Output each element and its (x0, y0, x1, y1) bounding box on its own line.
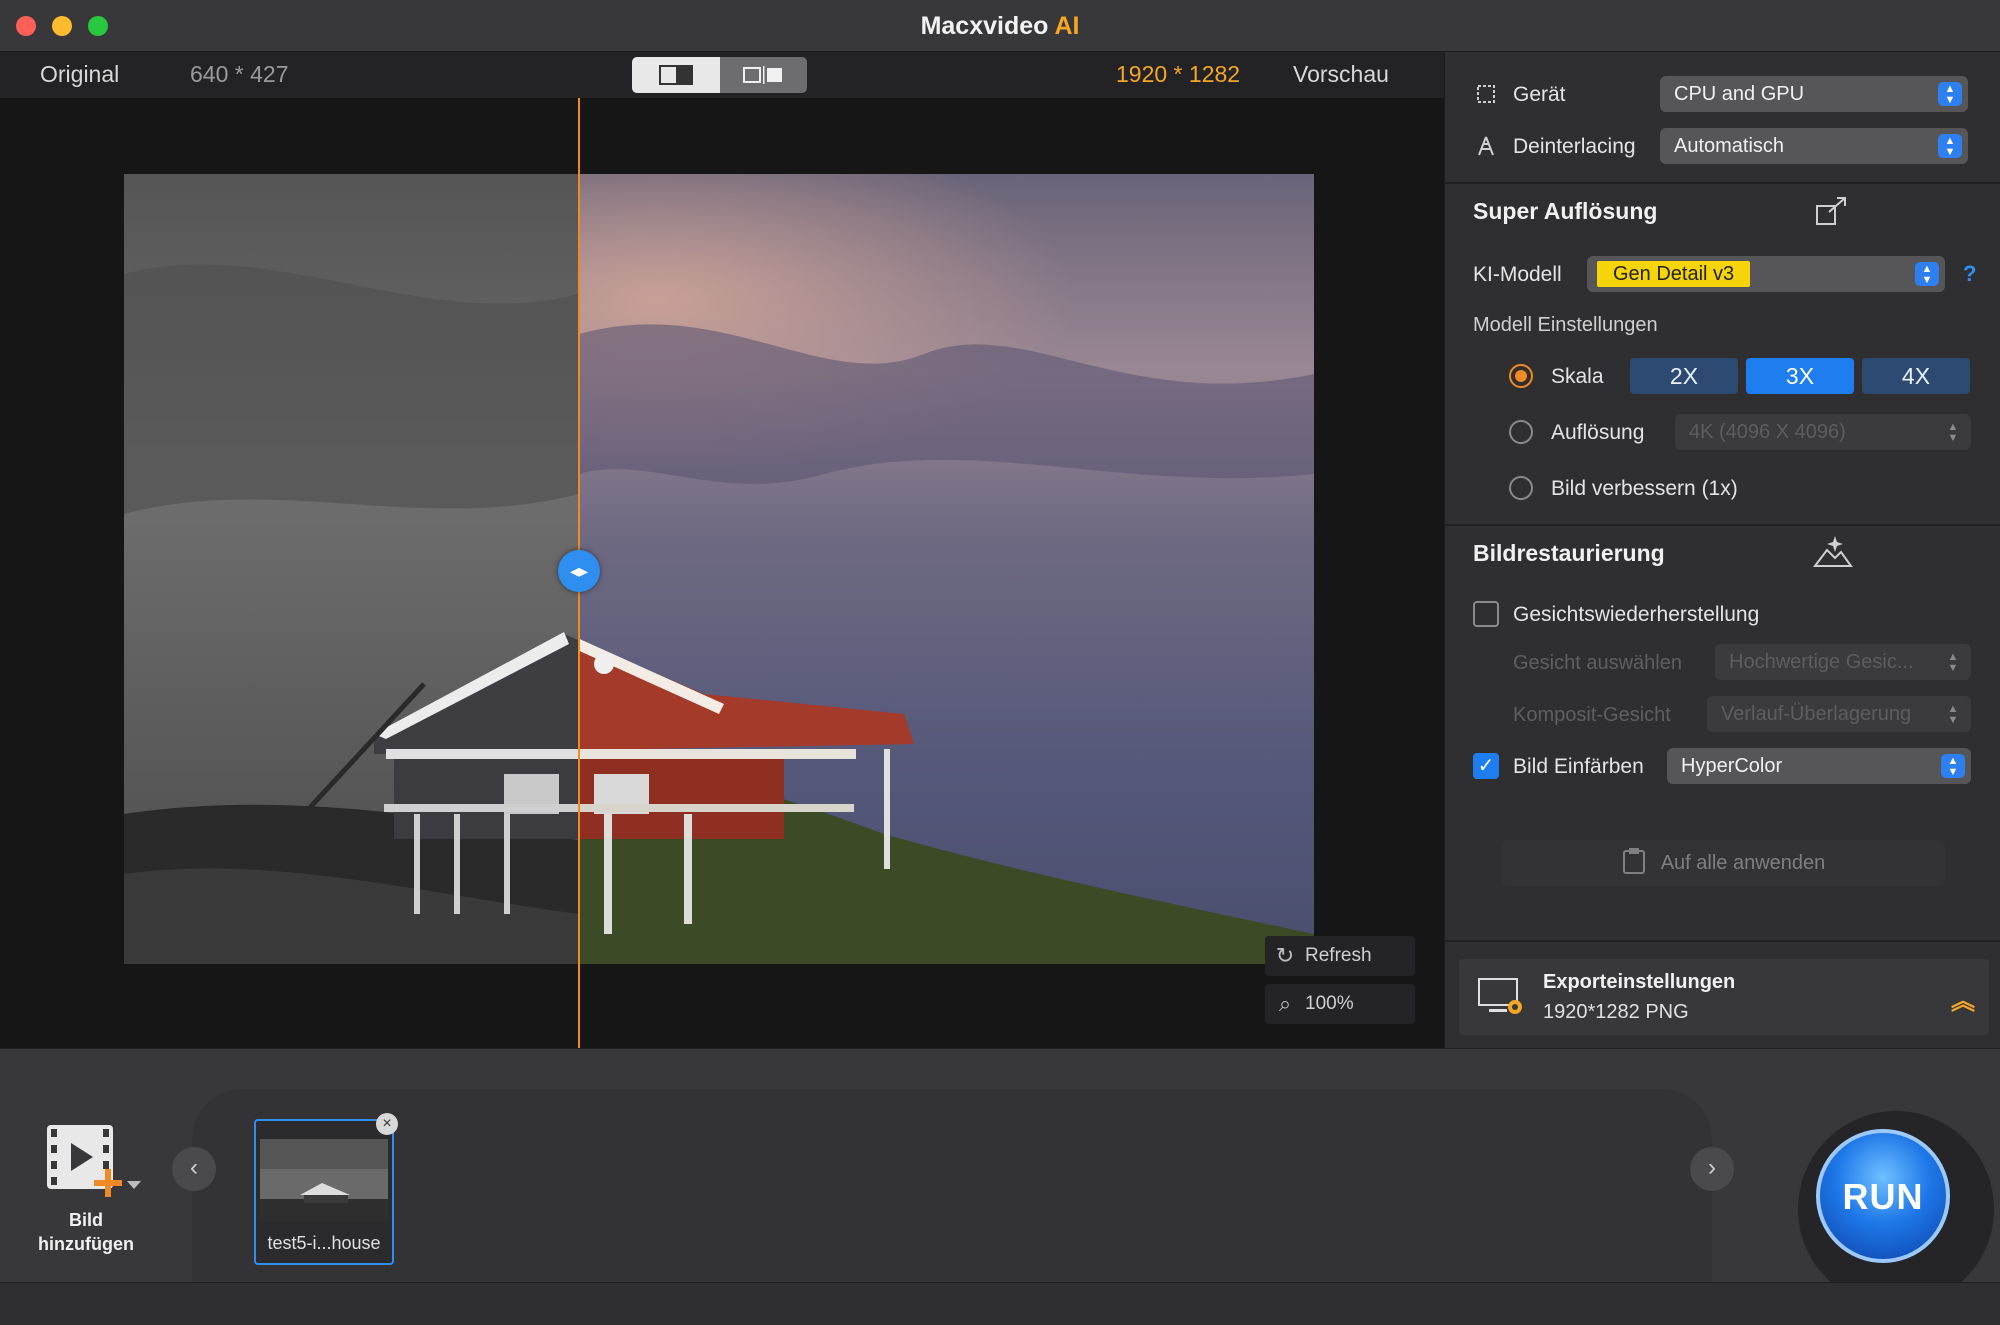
deinterlace-icon (1475, 135, 1497, 157)
model-value: Gen Detail v3 (1597, 261, 1751, 287)
output-size: 1920 * 1282 (1116, 61, 1241, 87)
upscale-icon (1815, 196, 1849, 231)
export-title: Exporteinstellungen (1543, 971, 1736, 993)
scale-4x-button[interactable]: 4X (1862, 358, 1970, 394)
view-mode-toggle (632, 57, 807, 93)
zoom-button[interactable]: ⌕ 100% (1265, 984, 1415, 1024)
split-view-icon (658, 65, 693, 85)
title-bar: Macxvideo AI (0, 0, 2000, 52)
chevron-updown-icon: ▲ ▼ (1947, 421, 1959, 444)
colorize-value: HyperColor (1681, 755, 1783, 777)
scale-2x-button[interactable]: 2X (1630, 358, 1738, 394)
refresh-button[interactable]: ↻ Refresh (1265, 936, 1415, 976)
face-select[interactable]: Hochwertige Gesic... ▲ ▼ (1715, 644, 1971, 680)
resolution-select[interactable]: 4K (4096 X 4096) ▲ ▼ (1675, 414, 1971, 450)
deinterlacing-select[interactable]: Automatisch ▲ ▼ (1660, 128, 1968, 164)
magic-restore-icon (1813, 534, 1853, 573)
chip-icon (1475, 83, 1497, 105)
export-settings-button[interactable]: Exporteinstellungen 1920*1282 PNG ︽ (1459, 959, 1989, 1035)
super-resolution-title: Super Auflösung (1473, 198, 1658, 224)
colorize-checkbox[interactable]: ✓ (1473, 753, 1499, 779)
refresh-icon: ↻ (1275, 943, 1295, 968)
face-select-label: Gesicht auswählen (1513, 652, 1682, 674)
chevron-updown-icon: ▲ ▼ (1941, 754, 1965, 778)
clipboard-icon (1621, 846, 1647, 880)
device-value: CPU and GPU (1674, 83, 1805, 105)
composite-label: Komposit-Gesicht (1513, 704, 1671, 726)
face-restore-checkbox[interactable] (1473, 601, 1499, 627)
apply-to-all-button[interactable]: Auf alle anwenden (1501, 840, 1945, 886)
chevron-updown-icon: ▲ ▼ (1947, 651, 1959, 674)
house-photo (124, 174, 1314, 964)
apply-to-all-label: Auf alle anwenden (1660, 851, 1826, 874)
chevron-right-icon[interactable]: › (1690, 1147, 1734, 1191)
run-button-well: RUN (1798, 1111, 1994, 1307)
resolution-label: Auflösung (1551, 421, 1645, 444)
original-size: 640 * 427 (190, 61, 289, 87)
run-button[interactable]: RUN (1816, 1129, 1950, 1263)
resolution-radio[interactable] (1509, 420, 1533, 444)
zoom-icon: ⌕ (1278, 991, 1292, 1016)
face-restore-label: Gesichtswiederherstellung (1513, 603, 1760, 626)
chevron-updown-icon: ▲ ▼ (1947, 703, 1959, 726)
scale-radio[interactable] (1509, 364, 1533, 388)
chevron-updown-icon: ▲ ▼ (1938, 82, 1962, 106)
thumbnail-image (260, 1139, 388, 1221)
app-title-main: Macxvideo (920, 12, 1049, 40)
remove-thumbnail-icon[interactable]: × (376, 1113, 398, 1135)
model-label: KI-Modell (1473, 263, 1562, 286)
colorize-select[interactable]: HyperColor ▲ ▼ (1667, 748, 1971, 784)
preview-image (124, 174, 1314, 964)
thumbnail-label: test5-i...house (267, 1233, 381, 1253)
colorize-label: Bild Einfärben (1513, 755, 1644, 778)
export-summary: 1920*1282 PNG (1543, 1001, 1689, 1023)
divider (1445, 182, 2000, 184)
zoom-label: 100% (1305, 993, 1354, 1014)
bottom-bar: Bild hinzufügen ‹ test5-i...house × › RU… (0, 1048, 2000, 1307)
divider (1445, 940, 2000, 942)
refresh-label: Refresh (1305, 945, 1372, 966)
image-thumbnail[interactable]: test5-i...house × (254, 1113, 398, 1265)
side-by-side-icon (743, 66, 783, 84)
app-title-accent: AI (1054, 12, 1080, 40)
enhance-label: Bild verbessern (1x) (1551, 477, 1738, 500)
device-select[interactable]: CPU and GPU ▲ ▼ (1660, 76, 1968, 112)
composite-value: Verlauf-Überlagerung (1721, 703, 1912, 725)
add-image-label-1: Bild (69, 1210, 103, 1230)
scale-label: Skala (1551, 365, 1604, 388)
preview-label: Vorschau (1293, 61, 1389, 87)
divider (1445, 524, 2000, 526)
restoration-title: Bildrestaurierung (1473, 540, 1665, 566)
add-video-icon (31, 1125, 141, 1203)
split-view-button[interactable] (632, 57, 720, 93)
composite-select[interactable]: Verlauf-Überlagerung ▲ ▼ (1707, 696, 1971, 732)
scale-3x-button[interactable]: 3X (1746, 358, 1854, 394)
settings-panel: Gerät CPU and GPU ▲ ▼ Deinterlacing Autom… (1444, 52, 2000, 1048)
split-drag-handle-icon[interactable]: ◂▸ (558, 550, 600, 592)
enhance-radio[interactable] (1509, 476, 1533, 500)
preview-header: Original 640 * 427 1920 * 1282 Vorschau (0, 52, 1444, 98)
side-by-side-view-button[interactable] (719, 57, 807, 93)
thumbnail-strip (192, 1089, 1712, 1289)
add-image-label-2: hinzufügen (38, 1234, 134, 1254)
deinterlacing-label: Deinterlacing (1513, 135, 1636, 158)
model-select[interactable]: Gen Detail v3 ▲ ▼ (1587, 256, 1945, 292)
model-settings-label: Modell Einstellungen (1473, 314, 1658, 336)
status-bar (0, 1282, 2000, 1325)
face-select-value: Hochwertige Gesic... (1729, 651, 1914, 673)
add-image-button[interactable]: Bild hinzufügen (30, 1123, 142, 1256)
device-label: Gerät (1513, 83, 1566, 106)
chevron-updown-icon: ▲ ▼ (1915, 262, 1939, 286)
original-label: Original (40, 61, 120, 87)
app-title: Macxvideo AI (0, 12, 2000, 41)
help-icon[interactable]: ? (1963, 261, 1976, 287)
chevron-up-double-icon: ︽ (1951, 988, 1975, 1015)
chevron-updown-icon: ▲ ▼ (1938, 134, 1962, 158)
deinterlacing-value: Automatisch (1674, 135, 1785, 157)
preview-area: ◂▸ ↻ Refresh ⌕ 100% (0, 98, 1444, 1048)
export-monitor-icon (1477, 975, 1525, 1024)
chevron-left-icon[interactable]: ‹ (172, 1147, 216, 1191)
resolution-value: 4K (4096 X 4096) (1689, 421, 1846, 443)
